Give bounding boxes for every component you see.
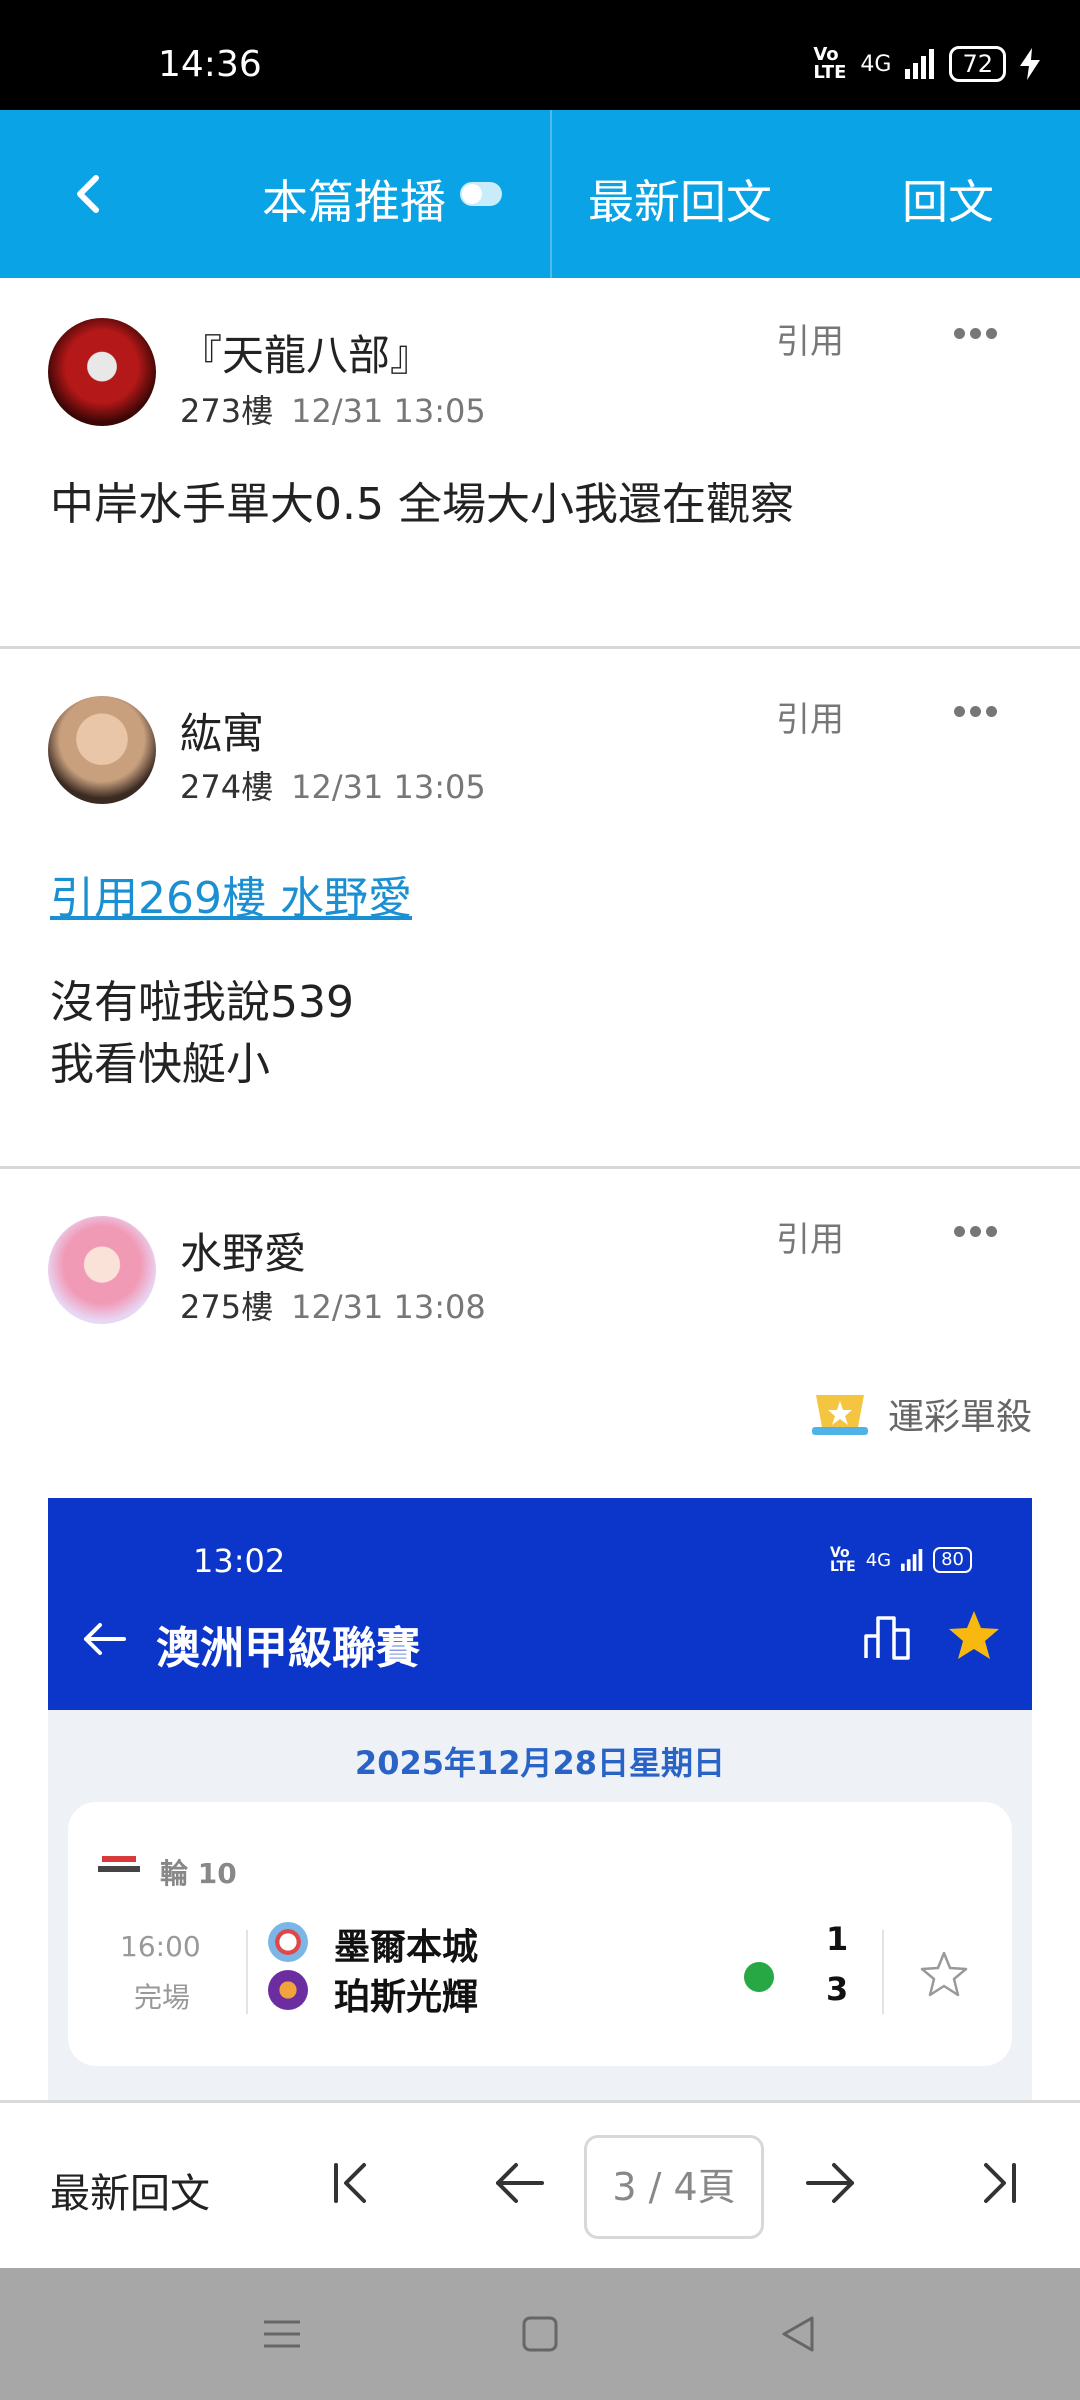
previous-page-icon[interactable] xyxy=(490,2153,550,2213)
content-line: 沒有啦我說539 xyxy=(50,977,354,1028)
post-content: 沒有啦我說539 我看快艇小 xyxy=(50,972,354,1096)
tab-latest-replies[interactable]: 最新回文 xyxy=(588,166,772,232)
round-label: 輪 10 xyxy=(160,1857,237,1890)
divider xyxy=(882,1930,884,2014)
match-card: 輪 10 16:00 完場 墨爾本城 珀斯光輝 1 3 xyxy=(68,1802,1012,2066)
back-nav-icon[interactable] xyxy=(774,2310,822,2358)
divider xyxy=(246,1930,248,2014)
more-options-icon[interactable] xyxy=(954,324,1004,339)
quote-button[interactable]: 引用 xyxy=(776,692,844,741)
push-toggle[interactable] xyxy=(460,182,502,206)
latest-replies-button[interactable]: 最新回文 xyxy=(50,2161,210,2219)
quote-button[interactable]: 引用 xyxy=(776,1212,844,1261)
username[interactable]: 『天龍八部』 xyxy=(180,322,432,383)
more-options-icon[interactable] xyxy=(954,702,1004,717)
home-icon[interactable] xyxy=(516,2310,564,2358)
divider xyxy=(0,1166,1080,1169)
volte-icon: Vo LTE xyxy=(829,1545,856,1575)
post-time: 12/31 13:05 xyxy=(291,768,486,806)
status-time: 14:36 xyxy=(158,44,262,85)
next-page-icon[interactable] xyxy=(800,2153,860,2213)
signal-icon xyxy=(905,49,935,79)
match-time: 16:00 xyxy=(120,1930,201,1963)
system-nav-bar xyxy=(0,2268,1080,2400)
quote-link[interactable]: 引用269樓 水野愛 xyxy=(50,862,412,926)
quote-button[interactable]: 引用 xyxy=(776,314,844,363)
floor-number: 273樓 xyxy=(180,392,274,430)
away-team-name: 珀斯光輝 xyxy=(334,1977,479,2018)
battery-indicator: 72 xyxy=(949,46,1006,82)
badge-star-icon xyxy=(812,1395,868,1435)
app-header: 本篇推播 最新回文 回文 xyxy=(0,110,1080,278)
charging-icon xyxy=(1020,48,1040,80)
team-logo-icon xyxy=(268,1970,308,2010)
match-status: 完場 xyxy=(134,1981,191,2014)
back-icon[interactable] xyxy=(60,164,120,224)
post-273: 『天龍八部』 273樓 12/31 13:05 引用 中岸水手單大0.5 全場大小… xyxy=(0,278,1080,648)
reply-button[interactable]: 回文 xyxy=(902,166,994,232)
volte-icon: Vo LTE xyxy=(813,44,847,83)
embed-battery: 80 xyxy=(933,1547,972,1573)
embedded-screenshot[interactable]: 13:02 Vo LTE 4G 80 澳洲甲級聯賽 2025年12月28日星期日 … xyxy=(48,1498,1032,2104)
post-meta: 273樓 12/31 13:05 xyxy=(180,386,486,432)
avatar[interactable] xyxy=(48,696,156,804)
first-page-icon[interactable] xyxy=(322,2153,382,2213)
post-content: 中岸水手單大0.5 全場大小我還在觀察 xyxy=(50,479,794,530)
embed-status-time: 13:02 xyxy=(193,1542,286,1580)
more-options-icon[interactable] xyxy=(954,1222,1004,1237)
post-meta: 274樓 12/31 13:05 xyxy=(180,762,486,808)
divider xyxy=(0,646,1080,649)
signal-icon xyxy=(901,1549,923,1571)
star-outline-icon xyxy=(920,1951,968,1997)
home-team-name: 墨爾本城 xyxy=(334,1927,479,1968)
tab-push[interactable]: 本篇推播 xyxy=(262,166,446,232)
embed-network-label: 4G xyxy=(865,1549,892,1571)
username[interactable]: 水野愛 xyxy=(180,1220,306,1281)
last-page-icon[interactable] xyxy=(968,2153,1028,2213)
status-bar: 14:36 Vo LTE 4G 72 xyxy=(0,0,1080,110)
home-score: 1 xyxy=(826,1920,849,1958)
menu-icon[interactable] xyxy=(258,2310,306,2358)
post-time: 12/31 13:08 xyxy=(291,1288,486,1326)
league-logo-icon xyxy=(98,1856,140,1872)
team-logo-icon xyxy=(268,1922,308,1962)
standings-icon xyxy=(864,1616,910,1660)
network-label: 4G xyxy=(860,51,892,77)
header-divider xyxy=(550,110,552,278)
avatar[interactable] xyxy=(48,318,156,426)
floor-number: 274樓 xyxy=(180,768,274,806)
embed-status-bar: 13:02 Vo LTE 4G 80 xyxy=(48,1498,1032,1580)
page-indicator[interactable]: 3 / 4頁 xyxy=(584,2135,764,2239)
embed-header: 澳洲甲級聯賽 xyxy=(48,1578,1032,1710)
embed-status-icons: Vo LTE 4G 80 xyxy=(830,1546,972,1574)
content-line: 我看快艇小 xyxy=(50,1039,270,1090)
bottom-toolbar: 最新回文 3 / 4頁 xyxy=(0,2100,1080,2268)
user-badge: 運彩單殺 xyxy=(810,1388,1032,1440)
post-meta: 275樓 12/31 13:08 xyxy=(180,1282,486,1328)
away-score: 3 xyxy=(826,1970,849,2008)
arrow-left-icon xyxy=(84,1623,126,1655)
post-time: 12/31 13:05 xyxy=(291,392,486,430)
embed-date: 2025年12月28日星期日 xyxy=(354,1744,726,1782)
status-icons: Vo LTE 4G 72 xyxy=(813,46,1040,82)
post-274: 紘寓 274樓 12/31 13:05 引用 引用269樓 水野愛 沒有啦我說53… xyxy=(0,650,1080,1168)
badge-label: 運彩單殺 xyxy=(888,1397,1033,1438)
floor-number: 275樓 xyxy=(180,1288,274,1326)
username[interactable]: 紘寓 xyxy=(180,700,264,761)
stats-icon xyxy=(744,1962,774,1992)
embed-league-title: 澳洲甲級聯賽 xyxy=(156,1623,420,1674)
star-icon xyxy=(949,1611,999,1659)
avatar[interactable] xyxy=(48,1216,156,1324)
